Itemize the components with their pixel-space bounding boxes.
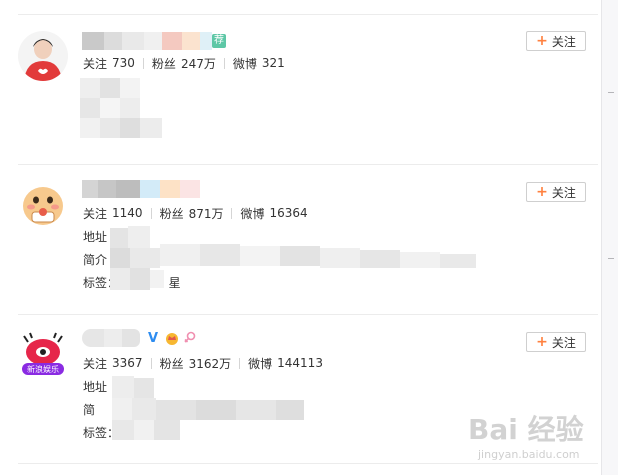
intro-line: 简介 (83, 253, 108, 267)
verified-v-icon: V (147, 330, 159, 346)
user-avatar[interactable] (18, 180, 68, 230)
user-stats: 关注 730 粉丝 247万 微博 321 (83, 55, 285, 71)
blurred-info (112, 376, 304, 440)
fans-count[interactable]: 粉丝 247万 (152, 55, 216, 72)
location-line: 地址 (83, 230, 108, 244)
following-count[interactable]: 关注 3367 (83, 355, 143, 372)
plus-icon: + (536, 184, 548, 200)
blurred-name (82, 329, 104, 347)
crown-icon (166, 333, 178, 345)
user-name-row[interactable]: V (82, 328, 197, 348)
fans-count[interactable]: 粉丝 3162万 (160, 355, 232, 372)
user-avatar[interactable]: 新浪娱乐 (18, 330, 68, 380)
user-stats: 关注 1140 粉丝 871万 微博 16364 (83, 205, 308, 221)
divider (18, 14, 598, 15)
weibo-count[interactable]: 微博 144113 (248, 355, 323, 372)
weibo-count[interactable]: 微博 321 (233, 55, 285, 72)
recommend-tag: 荐 (212, 34, 226, 48)
follow-button[interactable]: + 关注 (526, 332, 586, 352)
user-stats: 关注 3367 粉丝 3162万 微博 144113 (83, 355, 323, 371)
location-line: 地址 (83, 380, 108, 394)
right-scroll-edge[interactable] (601, 0, 618, 475)
baidu-watermark: Bai 经验 (468, 413, 584, 446)
follow-button[interactable]: + 关注 (526, 182, 586, 202)
divider (18, 314, 598, 315)
following-count[interactable]: 关注 1140 (83, 205, 143, 222)
user-avatar[interactable] (18, 31, 68, 81)
blurred-info (80, 78, 162, 140)
blurred-name (82, 32, 104, 50)
divider (18, 463, 598, 464)
follow-button[interactable]: + 关注 (526, 31, 586, 51)
divider (18, 164, 598, 165)
avatar-photo (18, 31, 68, 81)
user-name-row[interactable]: 荐 (82, 31, 226, 51)
female-icon (184, 331, 196, 343)
avatar-cartoon (18, 180, 68, 230)
following-count[interactable]: 关注 730 (83, 55, 135, 72)
sina-ent-logo: 新浪娱乐 (18, 330, 68, 380)
blurred-info (110, 226, 476, 292)
search-results-panel: 荐 关注 730 粉丝 247万 微博 321 + 关注 关注 1140 粉丝 … (0, 0, 602, 475)
weibo-count[interactable]: 微博 16364 (240, 205, 307, 222)
user-name-row[interactable] (82, 179, 200, 199)
blurred-name (82, 180, 98, 198)
intro-line: 简 (83, 403, 96, 417)
fans-count[interactable]: 粉丝 871万 (160, 205, 224, 222)
watermark-url: jingyan.baidu.com (478, 448, 580, 461)
plus-icon: + (536, 334, 548, 350)
plus-icon: + (536, 33, 548, 49)
svg-text:新浪娱乐: 新浪娱乐 (27, 364, 59, 374)
